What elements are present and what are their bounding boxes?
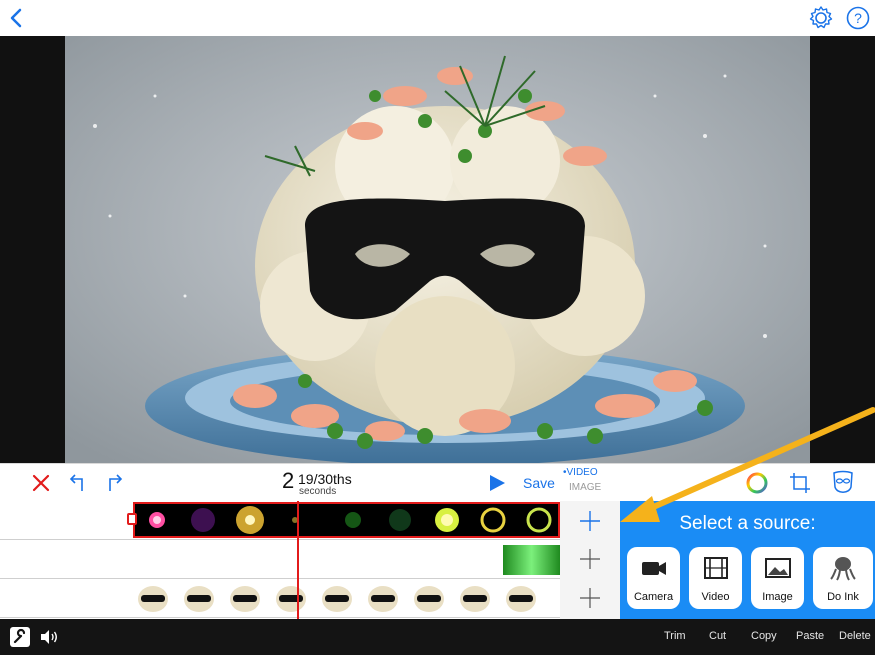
image-icon	[765, 558, 791, 578]
playhead[interactable]	[297, 501, 299, 619]
track-row[interactable]	[0, 501, 560, 540]
copy-button[interactable]: Copy	[751, 630, 777, 642]
svg-text:?: ?	[854, 10, 862, 26]
gear-icon[interactable]	[808, 5, 834, 31]
preview-image	[65, 36, 810, 463]
green-clip[interactable]	[503, 545, 560, 575]
doink-source-button[interactable]: Do Ink	[813, 547, 873, 609]
back-chevron-icon[interactable]	[6, 4, 28, 32]
trim-button[interactable]: Trim	[664, 630, 686, 642]
undo-icon[interactable]	[66, 473, 88, 493]
fireworks-clip[interactable]	[133, 502, 560, 538]
source-button-label: Do Ink	[827, 591, 859, 603]
top-bar: ?	[0, 0, 875, 36]
add-track-3-icon[interactable]	[560, 579, 620, 617]
source-button-label: Image	[762, 591, 793, 603]
cauliflower-clip[interactable]	[133, 581, 560, 615]
editor-controls: 2 19/30ths seconds Save •VIDEO IMAGE	[0, 463, 875, 502]
redo-icon[interactable]	[104, 473, 126, 493]
video-source-button[interactable]: Video	[689, 547, 742, 609]
source-panel-title: Select a source:	[679, 513, 816, 534]
close-icon[interactable]	[31, 473, 51, 493]
wrench-icon[interactable]	[10, 627, 30, 647]
time-unit-label: seconds	[299, 486, 337, 497]
color-wheel-icon[interactable]	[745, 471, 769, 495]
image-source-button[interactable]: Image	[751, 547, 804, 609]
octopus-icon	[830, 557, 856, 581]
save-button[interactable]: Save	[523, 475, 555, 491]
help-icon[interactable]: ?	[846, 6, 870, 30]
track-row[interactable]	[0, 540, 560, 579]
clip-trim-handle[interactable]	[127, 513, 137, 525]
paste-button[interactable]: Paste	[796, 630, 824, 642]
time-fraction: 19/30ths	[298, 471, 352, 487]
mode-image-toggle[interactable]: IMAGE	[569, 482, 601, 493]
crop-icon[interactable]	[788, 471, 812, 495]
add-track-2-icon[interactable]	[560, 540, 620, 578]
play-icon[interactable]	[488, 474, 506, 492]
add-track-column	[560, 501, 620, 619]
volume-icon[interactable]	[39, 629, 59, 645]
fireworks-thumbnails	[135, 504, 558, 536]
source-button-label: Video	[701, 591, 730, 603]
mask-icon[interactable]	[831, 469, 855, 497]
track-row[interactable]	[0, 579, 560, 618]
source-panel: Select a source: Camera Video Image Do I…	[620, 501, 875, 619]
video-preview[interactable]	[0, 36, 875, 463]
mode-video-toggle[interactable]: •VIDEO	[563, 467, 598, 478]
camera-source-button[interactable]: Camera	[627, 547, 680, 609]
timeline-tracks	[0, 501, 560, 619]
bottom-toolbar: Trim Cut Copy Paste Delete	[0, 619, 875, 655]
film-icon	[704, 557, 728, 579]
time-seconds: 2	[282, 468, 295, 493]
source-button-label: Camera	[633, 591, 674, 603]
add-track-1-icon[interactable]	[560, 501, 620, 539]
camera-icon	[642, 562, 666, 575]
delete-button[interactable]: Delete	[839, 630, 871, 642]
cut-button[interactable]: Cut	[709, 630, 726, 642]
